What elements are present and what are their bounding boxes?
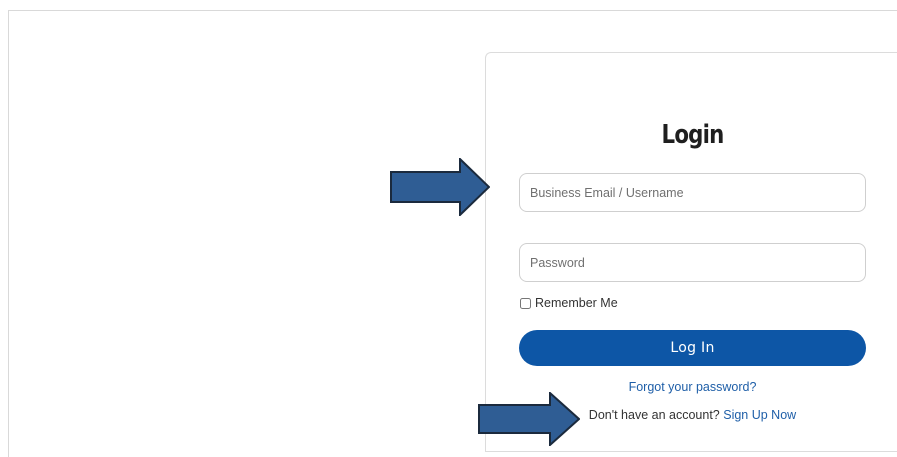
signup-prompt: Don't have an account? [588,408,720,422]
page-title: Login [661,120,725,150]
remember-me-checkbox[interactable] [520,297,531,309]
password-field[interactable] [519,243,866,282]
remember-me-label: Remember Me [535,296,618,310]
arrow-right-icon [390,158,490,216]
login-button[interactable]: Log In [519,330,866,366]
signup-link[interactable]: Sign Up Now [723,408,796,422]
arrow-right-icon [478,392,580,446]
email-field[interactable] [519,173,866,212]
page: Login Remember Me Log In Forgot your pas… [0,0,897,457]
remember-me[interactable]: Remember Me [519,296,618,310]
